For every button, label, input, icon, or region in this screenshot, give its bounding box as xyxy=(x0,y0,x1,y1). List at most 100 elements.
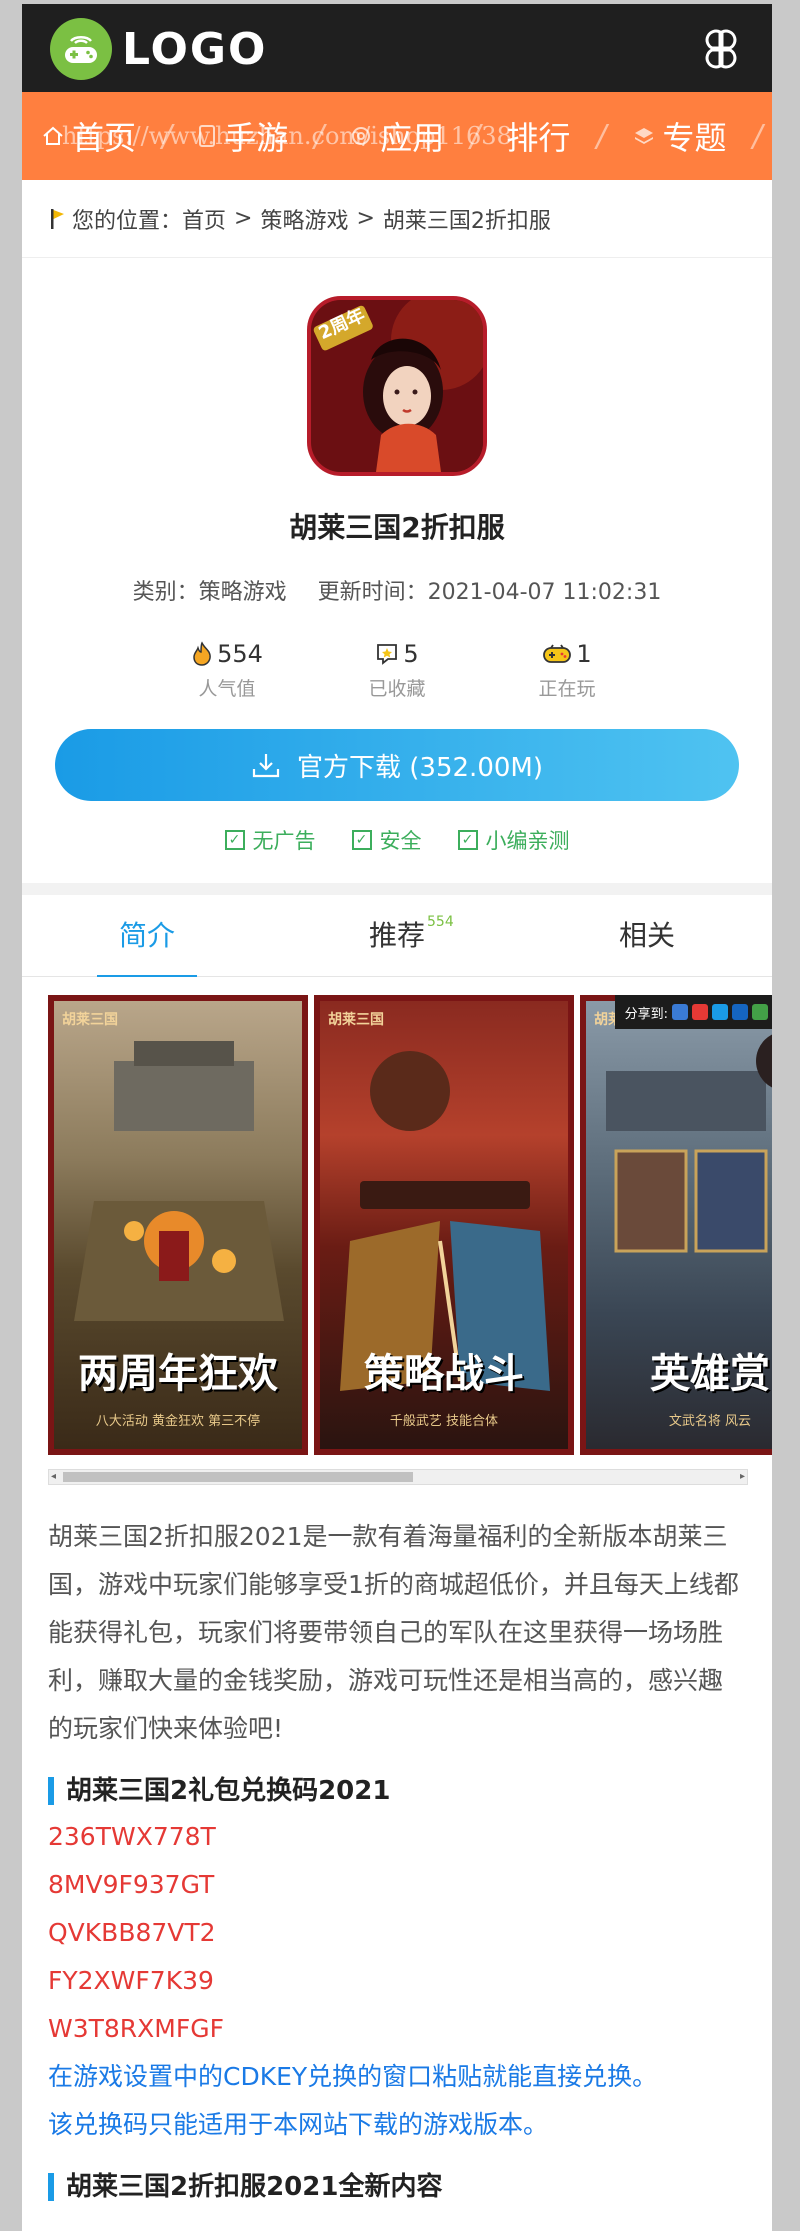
flag-icon xyxy=(51,208,64,229)
share-wechat-icon[interactable] xyxy=(752,1004,768,1020)
stat-favorites[interactable]: 5 已收藏 xyxy=(332,640,462,701)
tab-related[interactable]: 相关 xyxy=(522,895,772,976)
nav-separator: / xyxy=(470,118,481,154)
gamepad-icon xyxy=(543,644,572,663)
download-icon xyxy=(252,754,280,778)
breadcrumb-prefix: 您的位置： xyxy=(72,208,183,234)
tab-recommend[interactable]: 推荐 554 xyxy=(272,895,522,976)
check-icon: ✓ xyxy=(224,830,245,850)
badge-label: 小编亲测 xyxy=(485,829,570,853)
nav-item-ranking[interactable]: 排行 xyxy=(506,113,570,159)
section-heading: 胡莱三国2折扣服2021全新内容 xyxy=(48,2173,744,2201)
app-update-time: 更新时间：2021-04-07 11:02:31 xyxy=(317,580,662,605)
badge-label: 无广告 xyxy=(252,829,316,853)
scroll-right-arrow-icon[interactable]: ▸ xyxy=(740,1470,745,1484)
badge-no-ads: ✓ 无广告 xyxy=(224,825,316,855)
download-button[interactable]: 官方下载 (352.00M) xyxy=(55,729,739,801)
nav-item-label: 应用 xyxy=(380,119,445,157)
nav-separator: / xyxy=(162,118,173,154)
breadcrumb-home-link[interactable]: 首页 xyxy=(182,203,226,235)
redeem-note: 在游戏设置中的CDKEY兑换的窗口粘贴就能直接兑换。 xyxy=(48,2062,658,2091)
app-info: 2周年 胡莱三国2折扣服 类别：策略游戏 更新时间：2021-04-07 11:… xyxy=(22,258,772,855)
stat-label: 正在玩 xyxy=(538,678,596,700)
share-label: 分享到: xyxy=(624,1006,668,1022)
stat-label: 人气值 xyxy=(198,678,256,700)
nav-item-mobile-games[interactable]: 手游 xyxy=(198,113,288,159)
app-icon xyxy=(352,127,371,145)
gift-code: QVKBB87VT2 xyxy=(48,1918,216,1947)
breadcrumb-category-link[interactable]: 策略游戏 xyxy=(260,203,348,235)
screenshot-caption: 两周年狂欢 xyxy=(78,1350,278,1397)
app-icon-image: 2周年 xyxy=(307,296,487,476)
app-category: 类别：策略游戏 xyxy=(132,580,287,605)
share-renren-icon[interactable] xyxy=(732,1004,748,1020)
logo-text: LOGO xyxy=(122,23,268,75)
phone-icon xyxy=(199,125,216,147)
screenshot-subcaption: 千般武艺 技能合体 xyxy=(389,1414,499,1429)
section-divider xyxy=(22,883,772,895)
screenshot-subcaption: 文武名将 风云 xyxy=(668,1414,752,1429)
check-icon: ✓ xyxy=(351,830,372,850)
breadcrumb-separator: > xyxy=(356,206,375,231)
stat-value: 554 xyxy=(217,640,263,668)
scroll-thumb[interactable] xyxy=(63,1472,413,1482)
menu-grid-icon[interactable] xyxy=(700,28,742,70)
badge-tested: ✓ 小编亲测 xyxy=(457,825,570,855)
badge-safe: ✓ 安全 xyxy=(351,825,422,855)
tab-label: 相关 xyxy=(618,919,675,952)
gallery-scrollbar[interactable]: ◂ ▸ xyxy=(48,1469,748,1485)
screenshot-caption: 英雄赏 xyxy=(650,1350,770,1397)
star-icon xyxy=(377,644,398,665)
nav-item-label: 手游 xyxy=(224,119,289,157)
tab-label: 推荐 xyxy=(368,919,425,952)
scroll-left-arrow-icon[interactable]: ◂ xyxy=(51,1470,56,1484)
stat-value: 1 xyxy=(576,640,592,668)
article-body: 胡莱三国2折扣服2021是一款有着海量福利的全新版本胡莱三国，游戏中玩家们能够享… xyxy=(22,1513,772,2201)
nav-item-apps[interactable]: 应用 xyxy=(350,113,444,159)
topic-icon xyxy=(634,128,653,144)
gift-code: FY2XWF7K39 xyxy=(48,1966,214,1995)
tab-label: 简介 xyxy=(118,919,175,952)
screenshot-tag: 胡莱三国 xyxy=(62,1012,118,1028)
check-icon: ✓ xyxy=(457,830,478,850)
gamepad-logo-icon xyxy=(50,18,112,80)
site-header: LOGO xyxy=(22,4,772,92)
share-qzone-icon[interactable] xyxy=(672,1004,688,1020)
badge-label: 安全 xyxy=(379,829,422,853)
nav-item-topics[interactable]: 专题 xyxy=(633,113,727,159)
nav-separator: / xyxy=(596,118,607,154)
share-tencent-icon[interactable] xyxy=(712,1004,728,1020)
breadcrumb-current[interactable]: 胡莱三国2折扣服 xyxy=(383,203,551,235)
stat-value: 5 xyxy=(403,640,419,668)
screenshot-subcaption: 八大活动 黄金狂欢 第三不停 xyxy=(95,1414,261,1429)
redeem-note: 该兑换码只能适用于本网站下载的游戏版本。 xyxy=(48,2110,549,2139)
content-tabs: 简介 推荐 554 相关 xyxy=(22,895,772,977)
screenshot-gallery[interactable]: 胡莱三国 两周年狂欢 八大活动 黄金狂欢 第三不停 胡莱三国 策略战斗 千般武艺… xyxy=(22,995,772,1495)
nav-separator: / xyxy=(314,118,325,154)
screenshot-2[interactable]: 胡莱三国 策略战斗 千般武艺 技能合体 xyxy=(314,995,574,1455)
app-title: 胡莱三国2折扣服 xyxy=(289,511,505,544)
share-weibo-icon[interactable] xyxy=(692,1004,708,1020)
stat-playing: 1 正在玩 xyxy=(502,640,632,701)
screenshot-1[interactable]: 胡莱三国 两周年狂欢 八大活动 黄金狂欢 第三不停 xyxy=(48,995,308,1455)
screenshot-3[interactable]: 胡莱三国 英雄赏 文武名将 风云 xyxy=(580,995,772,1455)
nav-separator: / xyxy=(752,118,763,154)
trust-badges: ✓ 无广告 ✓ 安全 ✓ 小编亲测 xyxy=(22,825,772,855)
fire-icon xyxy=(193,641,211,666)
section-heading: 胡莱三国2礼包兑换码2021 xyxy=(48,1777,744,1805)
screenshot-tag: 胡莱三国 xyxy=(328,1012,384,1028)
nav-item-label: 排行 xyxy=(506,119,571,157)
main-nav: 首页 / 手游 / 应用 / 排行 / 专题 / https://www.huz… xyxy=(22,92,772,180)
breadcrumb: 您的位置： 首页 > 策略游戏 > 胡莱三国2折扣服 xyxy=(22,180,772,258)
stat-popularity: 554 人气值 xyxy=(162,640,292,701)
tab-count-badge: 554 xyxy=(427,914,454,930)
nav-item-home[interactable]: 首页 xyxy=(42,113,136,159)
nav-item-label: 专题 xyxy=(662,119,727,157)
home-icon xyxy=(43,126,63,145)
share-bar[interactable]: 分享到: xyxy=(614,995,772,1029)
gift-code-list: 236TWX778T 8MV9F937GT QVKBB87VT2 FY2XWF7… xyxy=(48,1813,744,2053)
logo[interactable]: LOGO xyxy=(50,18,267,80)
tab-intro[interactable]: 简介 xyxy=(22,895,272,977)
page: LOGO 首页 / 手游 / 应用 / 排行 / 专题 / https://ww… xyxy=(22,4,772,2231)
gift-code: 236TWX778T xyxy=(48,1822,216,1851)
